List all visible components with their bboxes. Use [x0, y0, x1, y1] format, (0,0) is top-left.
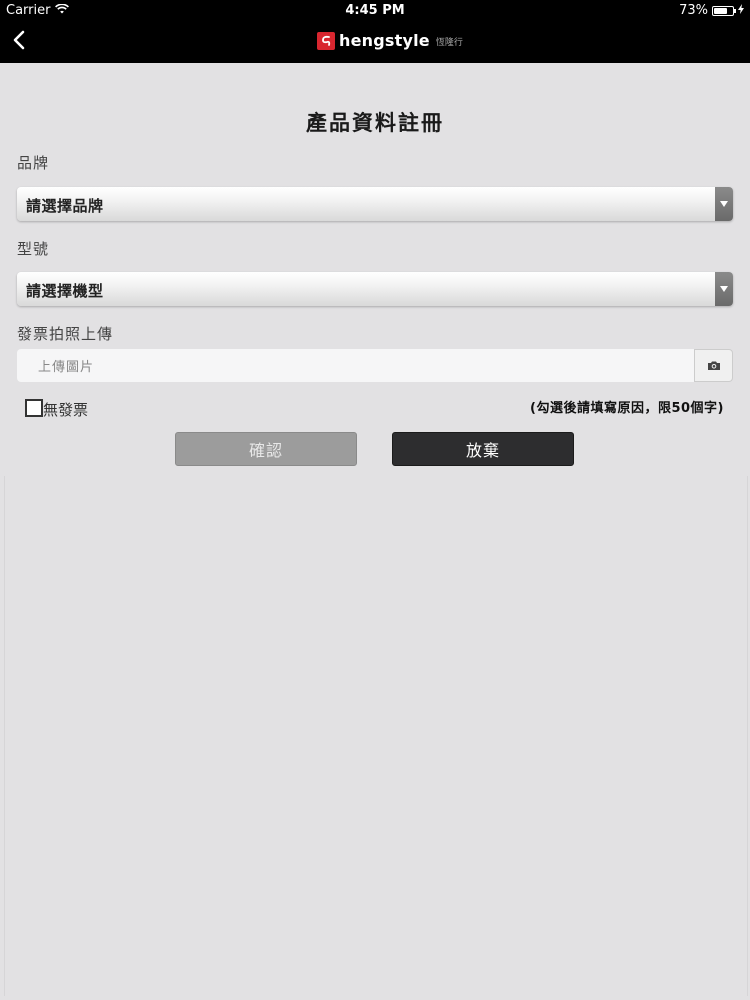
- upload-label: 發票拍照上傳: [17, 325, 114, 343]
- brand-select-value: 請選擇品牌: [26, 197, 104, 215]
- brand-label: 品牌: [17, 154, 50, 172]
- logo-text: hengstyle: [339, 31, 430, 50]
- logo-mark-icon: [317, 32, 335, 50]
- camera-button[interactable]: [694, 349, 733, 382]
- registration-form: 產品資料註冊 品牌 請選擇品牌 型號 請選擇機型 發票拍照上傳 上傳圖片 無發票…: [0, 63, 750, 1000]
- status-bar: Carrier 4:45 PM 73%: [0, 0, 750, 22]
- no-invoice-checkbox[interactable]: [25, 398, 43, 417]
- cancel-button[interactable]: 放棄: [392, 432, 574, 466]
- model-select[interactable]: 請選擇機型: [17, 272, 733, 306]
- model-label: 型號: [17, 240, 50, 258]
- battery-status: 73%: [679, 3, 744, 18]
- brand-select[interactable]: 請選擇品牌: [17, 187, 733, 221]
- back-button[interactable]: [4, 26, 34, 58]
- no-invoice-label: 無發票: [43, 401, 89, 419]
- no-invoice-note: (勾選後請填寫原因，限50個字): [530, 401, 724, 416]
- battery-percent: 73%: [679, 3, 708, 18]
- chevron-left-icon: [12, 30, 26, 54]
- nav-bar: hengstyle 恆隆行: [0, 22, 750, 63]
- page-title: 產品資料註冊: [306, 111, 444, 135]
- dropdown-arrow-icon: [715, 272, 733, 306]
- brand-logo: hengstyle 恆隆行: [317, 32, 463, 50]
- invoice-upload: 上傳圖片: [17, 349, 733, 382]
- status-time: 4:45 PM: [345, 3, 405, 18]
- dropdown-arrow-icon: [715, 187, 733, 221]
- confirm-button[interactable]: 確認: [175, 432, 357, 466]
- battery-fill: [714, 7, 727, 14]
- camera-icon: [707, 356, 721, 375]
- upload-image-field[interactable]: 上傳圖片: [17, 349, 694, 382]
- lightning-icon: [738, 3, 744, 18]
- logo-subtext: 恆隆行: [435, 38, 463, 48]
- model-select-value: 請選擇機型: [26, 282, 104, 300]
- no-invoice-option[interactable]: 無發票: [25, 395, 88, 420]
- battery-icon: [712, 5, 736, 16]
- empty-content-area: [4, 476, 748, 996]
